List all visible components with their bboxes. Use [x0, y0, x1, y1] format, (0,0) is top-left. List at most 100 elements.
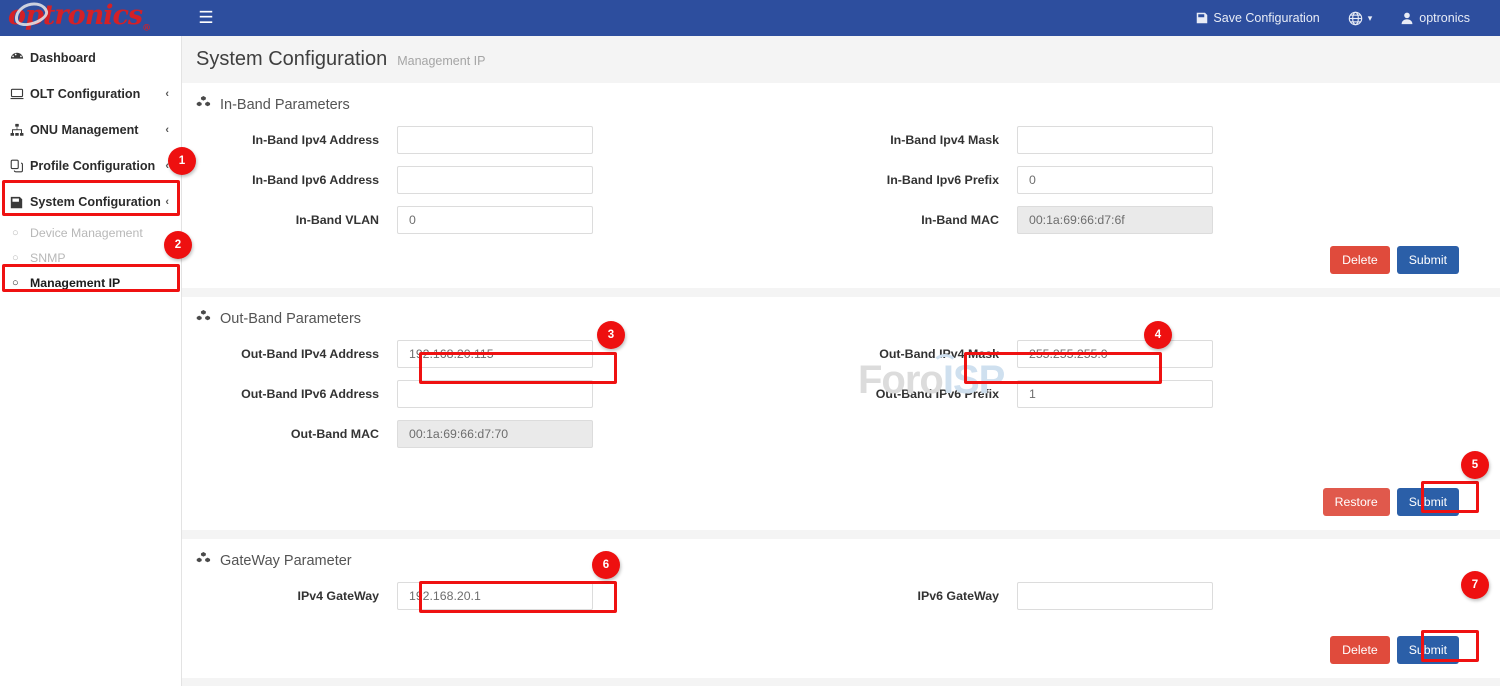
- form-row: In-Band VLAN In-Band MAC: [182, 200, 1500, 240]
- in-band-submit-button[interactable]: Submit: [1397, 246, 1459, 274]
- save-configuration-button[interactable]: Save Configuration: [1182, 0, 1333, 36]
- topbar-actions: Save Configuration ▾: [1182, 0, 1500, 36]
- out-band-button-row: Restore Submit: [182, 488, 1500, 516]
- gateway-submit-button[interactable]: Submit: [1397, 636, 1459, 664]
- form-field-group: In-Band Ipv4 Mask: [802, 126, 1422, 154]
- dashboard-icon: [10, 51, 30, 65]
- logo-registered-mark: ®: [142, 24, 150, 34]
- in-band-ipv4-address-input[interactable]: [397, 126, 593, 154]
- out-band-ipv4-mask-input[interactable]: [1017, 340, 1213, 368]
- gateway-button-row: Delete Submit: [182, 636, 1500, 664]
- field-label: Out-Band IPv6 Address: [182, 387, 397, 401]
- annotation-badge-7: 7: [1461, 571, 1489, 599]
- field-label: In-Band Ipv6 Prefix: [802, 173, 1017, 187]
- section-title: In-Band Parameters: [220, 97, 350, 113]
- cubes-icon: [196, 309, 211, 328]
- out-band-ipv6-address-input[interactable]: [397, 380, 593, 408]
- section-header: In-Band Parameters: [182, 95, 1500, 120]
- language-selector[interactable]: ▾: [1334, 0, 1387, 36]
- user-icon: [1400, 11, 1414, 25]
- form-row: Out-Band IPv4 Address Out-Band IPv4 Mask: [182, 334, 1500, 374]
- field-label: IPv6 GateWay: [802, 589, 1017, 603]
- sidebar-item-profile-configuration[interactable]: Profile Configuration ‹: [0, 148, 181, 184]
- chevron-left-icon: ‹: [165, 124, 169, 136]
- section-title: Out-Band Parameters: [220, 311, 361, 327]
- form-field-group: Out-Band IPv4 Address: [182, 340, 802, 368]
- in-band-button-row: Delete Submit: [182, 246, 1500, 274]
- annotation-badge-2: 2: [164, 231, 192, 259]
- circle-bullet-icon: ○: [12, 252, 30, 264]
- field-label: Out-Band IPv4 Address: [182, 347, 397, 361]
- form-field-group: Out-Band MAC: [182, 420, 802, 448]
- form-field-group: In-Band Ipv6 Prefix: [802, 166, 1422, 194]
- annotation-badge-6: 6: [592, 551, 620, 579]
- form-row: IPv4 GateWay IPv6 GateWay: [182, 576, 1500, 616]
- out-band-submit-button[interactable]: Submit: [1397, 488, 1459, 516]
- sidebar-item-label: System Configuration: [30, 195, 165, 209]
- monitor-icon: [10, 87, 30, 101]
- logo-text-wrapper: optronics®: [8, 2, 150, 33]
- out-band-ipv6-prefix-input[interactable]: [1017, 380, 1213, 408]
- sidebar-item-label: Dashboard: [30, 51, 169, 65]
- field-label: Out-Band MAC: [182, 427, 397, 441]
- field-label: In-Band Ipv6 Address: [182, 173, 397, 187]
- circle-bullet-icon: ○: [12, 277, 30, 289]
- in-band-vlan-input[interactable]: [397, 206, 593, 234]
- out-band-ipv4-address-input[interactable]: [397, 340, 593, 368]
- field-label: In-Band Ipv4 Mask: [802, 133, 1017, 147]
- save-configuration-label: Save Configuration: [1213, 11, 1319, 25]
- in-band-ipv6-address-input[interactable]: [397, 166, 593, 194]
- form-row: In-Band Ipv6 Address In-Band Ipv6 Prefix: [182, 160, 1500, 200]
- sidebar-item-system-configuration[interactable]: System Configuration ‹: [0, 184, 181, 220]
- sidebar-item-olt-configuration[interactable]: OLT Configuration ‹: [0, 76, 181, 112]
- top-navbar: optronics® ☰ Save Configuration: [0, 0, 1500, 36]
- field-label: Out-Band IPv6 Prefix: [802, 387, 1017, 401]
- sidebar-subitem-label: Device Management: [30, 226, 143, 240]
- field-label: In-Band Ipv4 Address: [182, 133, 397, 147]
- sidebar-subitem-snmp[interactable]: ○ SNMP: [0, 245, 181, 270]
- page-subtitle: Management IP: [397, 54, 485, 68]
- circle-bullet-icon: ○: [12, 227, 30, 239]
- annotation-badge-1: 1: [168, 147, 196, 175]
- ipv4-gateway-input[interactable]: [397, 582, 593, 610]
- section-header: Out-Band Parameters: [182, 309, 1500, 334]
- form-row: Out-Band MAC: [182, 414, 1500, 454]
- brand-logo[interactable]: optronics®: [0, 0, 182, 36]
- chevron-left-icon: ‹: [165, 196, 169, 208]
- sidebar-item-dashboard[interactable]: Dashboard: [0, 40, 181, 76]
- sidebar-subitem-device-management[interactable]: ○ Device Management: [0, 220, 181, 245]
- copy-icon: [10, 159, 30, 173]
- ipv6-gateway-input[interactable]: [1017, 582, 1213, 610]
- logo-text: optronics: [8, 0, 142, 31]
- globe-icon: [1348, 11, 1363, 26]
- in-band-ipv4-mask-input[interactable]: [1017, 126, 1213, 154]
- user-name-label: optronics: [1419, 11, 1470, 25]
- annotation-badge-5: 5: [1461, 451, 1489, 479]
- form-row: Out-Band IPv6 Address Out-Band IPv6 Pref…: [182, 374, 1500, 414]
- form-field-group: In-Band Ipv6 Address: [182, 166, 802, 194]
- menu-toggle-icon[interactable]: ☰: [192, 4, 220, 32]
- sidebar-item-onu-management[interactable]: ONU Management ‹: [0, 112, 181, 148]
- form-field-group: Out-Band IPv4 Mask: [802, 340, 1422, 368]
- form-field-group: IPv4 GateWay: [182, 582, 802, 610]
- form-field-group: IPv6 GateWay: [802, 582, 1422, 610]
- in-band-ipv6-prefix-input[interactable]: [1017, 166, 1213, 194]
- out-band-parameters-card: Out-Band Parameters Out-Band IPv4 Addres…: [182, 297, 1500, 530]
- page-title: System Configuration: [196, 48, 387, 71]
- sidebar-item-label: OLT Configuration: [30, 87, 165, 101]
- gateway-parameter-card: GateWay Parameter IPv4 GateWay IPv6 Gate…: [182, 539, 1500, 678]
- sidebar: Dashboard OLT Configuration ‹: [0, 36, 182, 686]
- form-field-group: In-Band VLAN: [182, 206, 802, 234]
- gateway-delete-button[interactable]: Delete: [1330, 636, 1390, 664]
- cubes-icon: [196, 95, 211, 114]
- in-band-parameters-card: In-Band Parameters In-Band Ipv4 Address …: [182, 83, 1500, 288]
- annotation-badge-3: 3: [597, 321, 625, 349]
- page-header: System Configuration Management IP: [182, 36, 1500, 74]
- sidebar-item-label: Profile Configuration: [30, 159, 165, 173]
- field-label: In-Band VLAN: [182, 213, 397, 227]
- sidebar-subitem-management-ip[interactable]: ○ Management IP: [0, 270, 181, 295]
- user-menu[interactable]: optronics: [1386, 0, 1484, 36]
- out-band-restore-button[interactable]: Restore: [1323, 488, 1390, 516]
- in-band-mac-input: [1017, 206, 1213, 234]
- in-band-delete-button[interactable]: Delete: [1330, 246, 1390, 274]
